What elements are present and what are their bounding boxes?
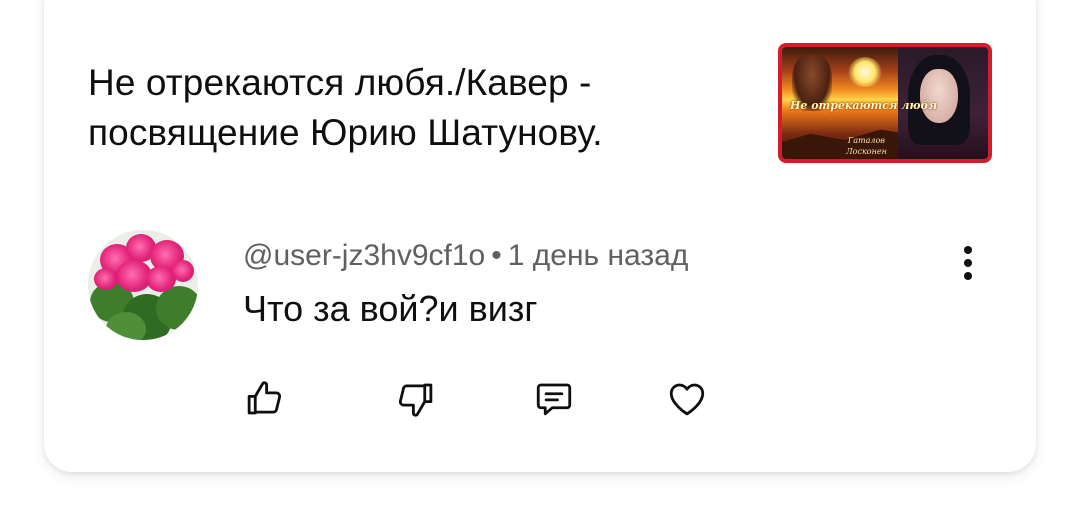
- thumbnail-caption-line-1: Гаталов: [847, 136, 885, 145]
- thumb-up-icon: [247, 381, 282, 415]
- avatar-leaf: [106, 312, 146, 340]
- video-title-line-1: Не отрекаются любя./Кавер -: [88, 62, 592, 103]
- thumbnail-caption: Гаталов Лосконен: [846, 135, 887, 157]
- dislike-button[interactable]: [392, 375, 440, 423]
- thumbnail-overlay-text: Не отрекаются любя: [790, 99, 938, 112]
- video-title[interactable]: Не отрекаются любя./Кавер - посвящение Ю…: [88, 58, 688, 158]
- reply-button[interactable]: [530, 375, 578, 423]
- comment-author[interactable]: @user-jz3hv9cf1o: [243, 239, 485, 272]
- thumbnail-caption-line-2: Лосконен: [846, 147, 887, 156]
- comment-text: Что за вой?и визг: [243, 288, 538, 329]
- video-title-line-2: посвящение Юрию Шатунову.: [88, 112, 603, 153]
- thumbnail-woman-face: [920, 69, 958, 123]
- comment-icon: [536, 383, 572, 416]
- like-button[interactable]: [240, 375, 288, 423]
- kebab-dot: [964, 272, 972, 280]
- avatar-flower: [172, 260, 194, 282]
- avatar-flower: [94, 268, 118, 290]
- comment-time: 1 день назад: [507, 239, 689, 272]
- thumbnail-sun: [848, 57, 882, 87]
- avatar-leaf: [156, 286, 198, 330]
- kebab-dot: [964, 246, 972, 254]
- page: Не отрекаются любя./Кавер - посвящение Ю…: [0, 0, 1080, 522]
- meta-separator: •: [491, 239, 502, 272]
- thumb-down-icon: [398, 383, 433, 417]
- more-options-button[interactable]: [950, 240, 986, 286]
- kebab-dot: [964, 259, 972, 267]
- video-thumbnail[interactable]: Не отрекаются любя Гаталов Лосконен: [778, 43, 992, 163]
- heart-icon: [669, 383, 705, 416]
- comment-meta: @user-jz3hv9cf1o • 1 день назад: [243, 236, 688, 276]
- avatar[interactable]: [88, 230, 198, 340]
- heart-button[interactable]: [663, 375, 711, 423]
